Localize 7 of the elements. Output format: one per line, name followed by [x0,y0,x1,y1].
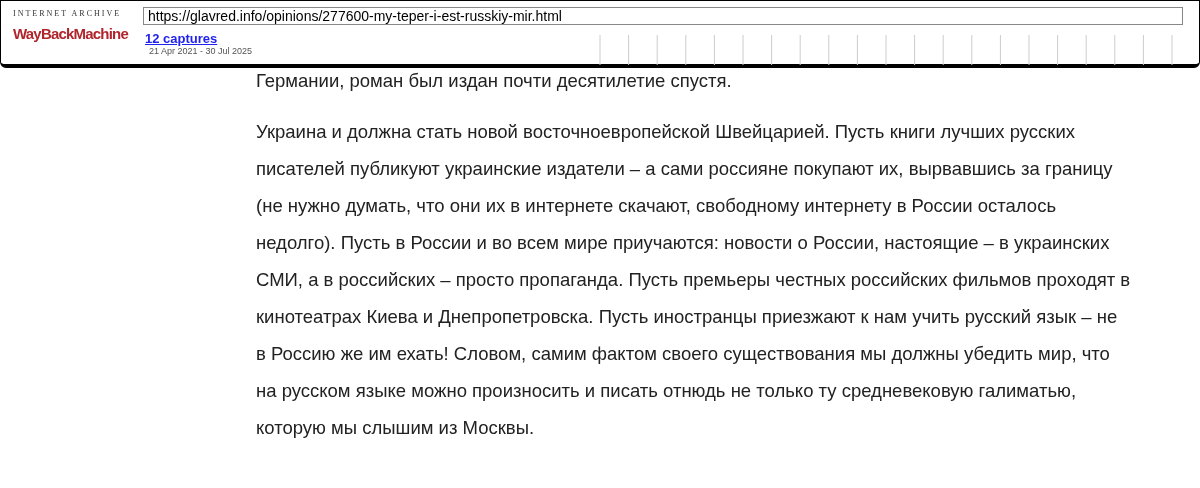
date-range: 21 Apr 2021 - 30 Jul 2025 [149,46,254,56]
article-paragraph: Украина и должна стать новой восточноевропейской Швейцарией. Пусть книги лучших русских писателей публикуют украинские издатели – а сами россияне покупают их, вырвавшись за границу (не нужно думать, что они их в интернете скачают, свободному интернету в России осталось недолго). Пусть в России и во всем мире приучаются: новости о России, настоящие – в украинских СМИ, а в российских – просто пропаганда. Пусть премьеры честных российских фильмов проходят в кинотеатрах Киева и Днепропетровска. Пусть иностранцы приезжают к нам учить русский язык – не в Россию же им ехать! Словом, самим фактом своего существования мы должны убедить мир, что на русском языке можно произносить и писать отнюдь не только ту средневековую галиматью, которую мы слышим из Москвы. [256,120,1131,440]
logo-caption: INTERNET ARCHIVE [13,9,123,18]
url-field[interactable]: https://glavred.info/opinions/277600-my-teper-i-est-russkiy-mir.html [143,7,1183,25]
article-paragraph: Германии, роман был издан почти десятилетие спустя. [256,69,733,93]
wayback-logo[interactable]: WayBackMachine [13,22,128,46]
captures-link[interactable]: 12 captures [145,31,295,46]
